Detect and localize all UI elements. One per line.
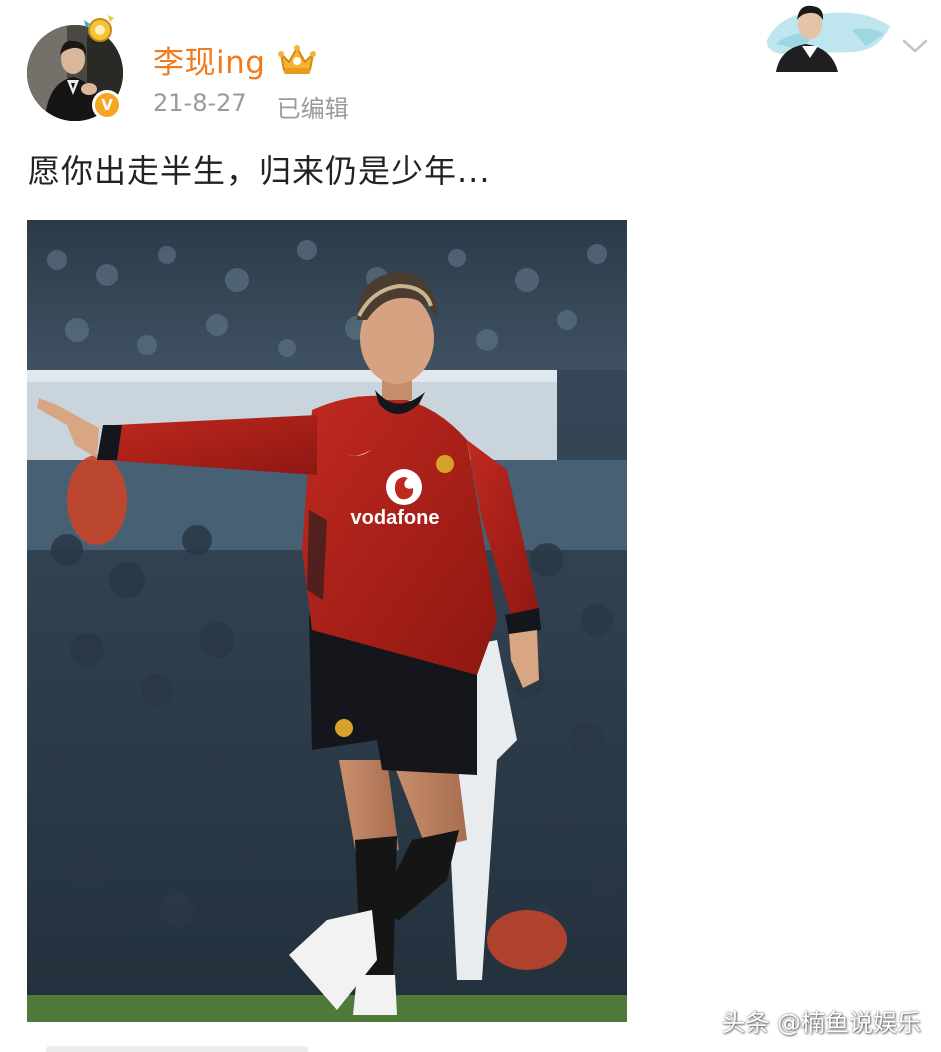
vip-badge-text: V	[101, 95, 113, 114]
username-row: 李现ing	[153, 37, 317, 82]
edited-label: 已编辑	[276, 95, 349, 123]
post-date: 21-8-27	[153, 89, 247, 117]
gold-ornament-icon	[84, 15, 114, 42]
post-photo[interactable]: vodafone	[27, 220, 627, 1022]
post-meta: 21-8-27 已编辑	[153, 89, 349, 124]
weibo-post: V 李现ing 21-8-27 已编辑 愿你出走半生，归来仍是少年... vod…	[0, 0, 941, 1052]
jersey-sponsor-text: vodafone	[351, 507, 440, 529]
watermark: 头条 @楠鱼说娱乐	[721, 1009, 921, 1037]
crown-icon[interactable]	[277, 42, 317, 76]
vip-badge-icon: V	[92, 90, 122, 120]
follow-avatar-thumbnail[interactable]	[762, 0, 892, 72]
username[interactable]: 李现ing	[153, 37, 265, 82]
bottom-divider	[46, 1046, 308, 1052]
chevron-down-icon[interactable]	[900, 36, 930, 56]
post-text: 愿你出走半生，归来仍是少年...	[28, 152, 491, 190]
